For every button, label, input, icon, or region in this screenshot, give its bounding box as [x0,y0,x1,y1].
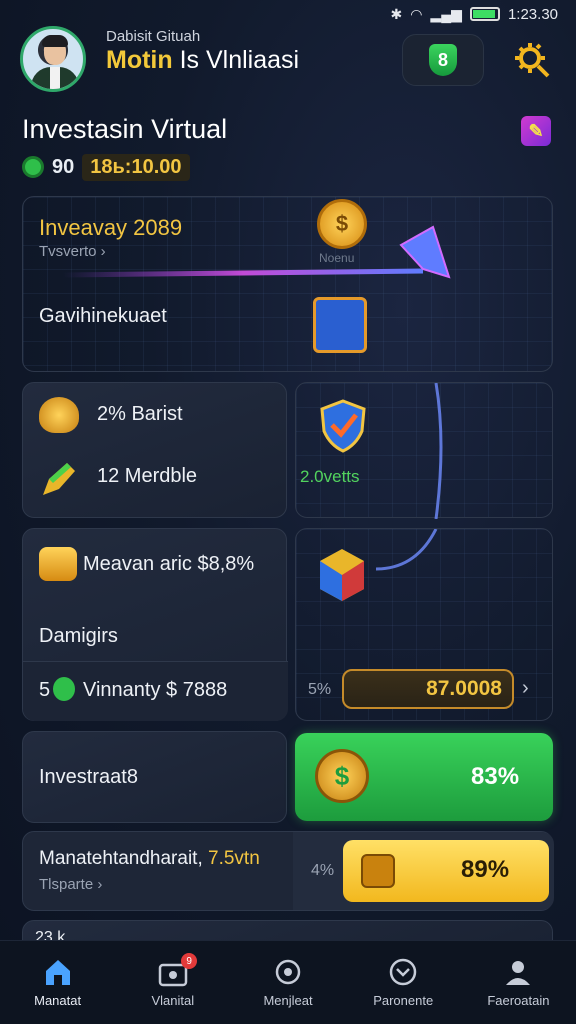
trend-curve-icon [375,529,438,571]
status-time: 1:23.30 [507,5,558,23]
nav-item-wallet[interactable]: 9 Vlanital [115,941,230,1024]
nav-item-home[interactable]: Manatat [0,941,115,1024]
management-yellow-value: 89% [461,856,510,883]
home-icon [45,960,70,985]
coin-icon [22,156,44,178]
check-icon [53,677,75,701]
invest-green-button[interactable]: $ 83% [295,733,553,821]
user-icon [506,961,531,985]
nav-item-history[interactable]: Paronente [346,941,461,1024]
trend-line-icon [434,383,443,519]
shield-icon: 8 [429,44,457,76]
page-title: Investasin Virtual [22,114,228,144]
management-subtitle[interactable]: Tlsparte › [39,876,102,893]
management-card[interactable]: Manatehtandharait, 7.5vtn Tlsparte › 4% … [22,831,554,911]
security-button[interactable]: 8 [402,34,484,86]
invest-card[interactable]: Investraat8 [22,731,287,823]
invest-label: Investraat8 [39,766,138,788]
nav-label-home: Manatat [34,993,82,1008]
pencil-icon [39,459,79,499]
trophy-icon [39,397,79,433]
edit-icon: ✎ [528,120,544,141]
greeting: Dabisit Gituah [106,28,201,45]
hand-coin-icon [39,547,77,581]
username-rest: Is Vlnliaasi [179,46,300,74]
portfolio-card[interactable]: Meavan aric $8,8% Damigirs 5 Vinnanty $ … [22,528,288,721]
username: Motin Is Vlnliaasi [106,46,299,75]
stat-row1: 2% Barist [97,403,183,425]
balance-value: 18ь:10.00 [82,153,190,181]
management-highlight: 7.5vtn [208,848,260,869]
nav-label-profile: Faeroatain [487,993,550,1008]
management-title: Manatehtandharait, 7.5vtn [39,848,260,870]
wifi-icon: ◠ [410,5,423,22]
management-percent: 4% [311,862,335,879]
trend-arrow-icon [62,225,451,279]
robot-icon [361,854,395,888]
nav-label-wallet: Vlanital [151,993,195,1008]
nav-item-profile[interactable]: Faeroatain [461,941,576,1024]
nav-label-market: Menjleat [263,993,313,1008]
avatar[interactable] [20,26,86,92]
management-title-text: Manatehtandharait, [39,848,203,869]
portfolio-row3-prefix: 5 [39,679,51,701]
balance-row: 90 18ь:10.00 [22,152,190,182]
management-yellow-button[interactable]: 89% [343,840,549,902]
chevron-circle-icon [389,958,417,986]
stat-card-left[interactable]: 2% Barist 12 Merdble [22,382,287,518]
nav-label-history: Paronente [373,993,434,1008]
target-icon [275,959,301,985]
nav-item-market[interactable]: Menjleat [230,941,345,1024]
hero-card[interactable]: Inveavay 2089 Tvsverto › Gavihinekuaet $… [22,196,553,372]
stat-card-right[interactable]: 2.0vetts [295,382,553,519]
portfolio-row1: Meavan aric $8,8% [83,553,255,575]
bottom-nav: Manatat 9 Vlanital Menjleat Paronente Fa… [0,940,576,1024]
portfolio-row3: Vinnanty $ 7888 [83,679,228,701]
status-bar: ✱ ◠ ▂▄▆ 1:23.30 [0,0,576,28]
signal-icon: ▂▄▆ [430,5,462,22]
battery-icon [469,7,500,21]
gear-icon [515,43,550,78]
balance-amount: 90 [52,155,75,178]
progress-card[interactable]: 5% 87.0008 › [295,528,553,721]
invest-green-value: 83% [471,763,520,790]
username-highlight: Motin [106,46,173,74]
portfolio-row2: Damigirs [39,625,118,647]
notification-badge: 9 [181,953,198,969]
settings-button[interactable] [512,40,552,80]
edit-button[interactable]: ✎ [521,116,551,146]
stat-row2: 12 Merdble [97,465,198,487]
bluetooth-icon: ✱ [390,5,403,22]
dollar-coin-icon: $ [315,749,369,803]
header: Dabisit Gituah Motin Is Vlnliaasi 8 [20,26,556,96]
